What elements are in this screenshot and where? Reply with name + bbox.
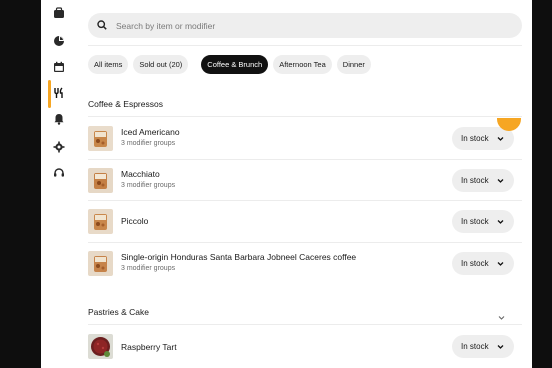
list-item[interactable]: Single-origin Honduras Santa Barbara Job… <box>88 243 522 283</box>
item-name: Single-origin Honduras Santa Barbara Job… <box>121 252 357 262</box>
sidebar-item-support[interactable] <box>50 166 68 184</box>
sidebar-item-insights[interactable] <box>50 34 68 52</box>
search-icon <box>97 17 107 35</box>
item-modifiers: 3 modifier groups <box>121 182 176 189</box>
list-item[interactable]: Macchiato 3 modifier groups In stock <box>88 160 522 200</box>
stock-status-label: In stock <box>461 176 489 185</box>
list-item[interactable]: Piccolo In stock <box>88 201 522 241</box>
stock-status-label: In stock <box>461 217 489 226</box>
stock-status-dropdown[interactable]: In stock <box>452 252 514 275</box>
item-thumbnail <box>88 334 113 359</box>
filter-coffee-brunch[interactable]: Coffee & Brunch <box>201 54 269 74</box>
stock-status-dropdown[interactable]: In stock <box>452 335 514 358</box>
stock-status-dropdown[interactable]: In stock <box>452 169 514 192</box>
app-window: All items Sold out (20) Coffee & Brunch … <box>41 0 532 368</box>
bell-icon <box>53 112 65 130</box>
chevron-down-icon <box>497 343 504 352</box>
filter-sold-out[interactable]: Sold out (20) <box>133 54 189 74</box>
search-input[interactable] <box>116 20 496 31</box>
filter-chips: All items Sold out (20) Coffee & Brunch … <box>88 54 376 74</box>
list-item[interactable]: Iced Americano 3 modifier groups In stoc… <box>88 118 522 158</box>
chevron-down-icon <box>497 177 504 186</box>
section-title-pastries: Pastries & Cake <box>88 307 149 317</box>
menu-icon <box>53 86 65 104</box>
sidebar <box>41 0 79 368</box>
chart-icon <box>53 34 65 52</box>
chevron-down-icon <box>497 260 504 269</box>
divider <box>88 116 522 117</box>
stock-status-label: In stock <box>461 134 489 143</box>
filter-dinner[interactable]: Dinner <box>336 54 371 74</box>
main-content: All items Sold out (20) Coffee & Brunch … <box>88 0 522 368</box>
stock-status-dropdown[interactable]: In stock <box>452 210 514 233</box>
item-name: Raspberry Tart <box>121 342 177 352</box>
sidebar-item-menu[interactable] <box>50 86 68 104</box>
item-thumbnail <box>88 168 113 193</box>
item-name: Piccolo <box>121 216 149 226</box>
item-thumbnail <box>88 251 113 276</box>
calendar-icon <box>53 60 65 78</box>
chevron-down-icon <box>497 135 504 144</box>
item-modifiers: 3 modifier groups <box>121 140 176 147</box>
item-name: Iced Americano <box>121 127 180 137</box>
divider <box>88 45 522 46</box>
gear-icon <box>53 140 65 158</box>
sidebar-item-store[interactable] <box>50 6 68 24</box>
section-title-coffee: Coffee & Espressos <box>88 99 163 109</box>
sidebar-item-calendar[interactable] <box>50 60 68 78</box>
search-bar[interactable] <box>88 13 522 38</box>
filter-afternoon-tea[interactable]: Afternoon Tea <box>273 54 332 74</box>
stock-status-label: In stock <box>461 259 489 268</box>
item-modifiers: 3 modifier groups <box>121 265 176 272</box>
sidebar-item-settings[interactable] <box>50 140 68 158</box>
item-thumbnail <box>88 209 113 234</box>
filter-all-items[interactable]: All items <box>88 54 129 74</box>
sidebar-item-notifications[interactable] <box>50 112 68 130</box>
support-icon <box>53 166 65 184</box>
divider <box>88 324 522 325</box>
list-item[interactable]: Raspberry Tart In stock <box>88 326 522 366</box>
stock-status-label: In stock <box>461 342 489 351</box>
item-thumbnail <box>88 126 113 151</box>
item-name: Macchiato <box>121 169 160 179</box>
store-icon <box>53 6 65 24</box>
chevron-down-icon <box>497 218 504 227</box>
